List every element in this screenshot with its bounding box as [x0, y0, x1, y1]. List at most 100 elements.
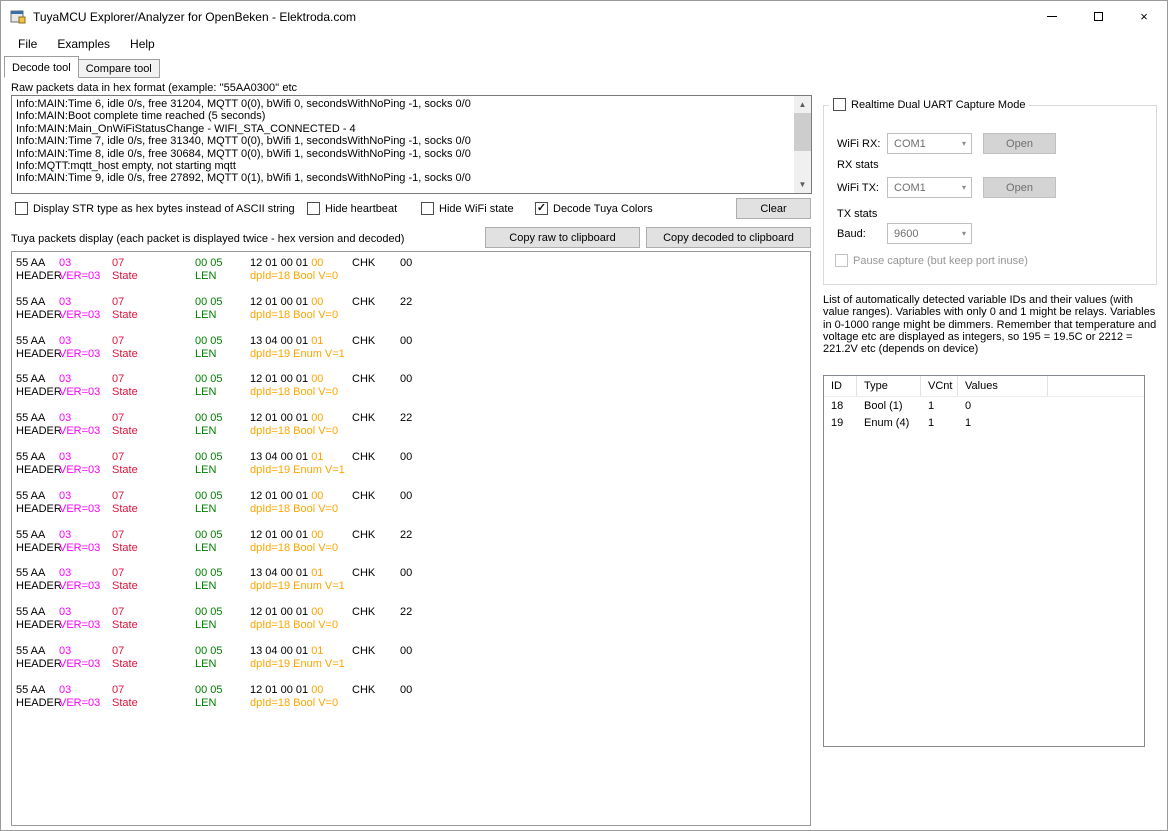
variables-table-cell: 0: [965, 399, 972, 412]
packets-panel[interactable]: 55 AA HEADER 03 VER=03 07 State 00 05 LE…: [11, 251, 811, 826]
packet-header-bytes: 55 AA HEADER: [16, 489, 62, 515]
app-window: TuyaMCU Explorer/Analyzer for OpenBeken …: [0, 0, 1168, 831]
clear-button[interactable]: Clear: [736, 198, 811, 219]
packet-checksum-label: CHK: [352, 450, 376, 463]
packet-checksum-value: 22: [400, 412, 413, 425]
packet-row: 55 AA HEADER 03 VER=03 07 State 00 05 LE…: [12, 684, 810, 723]
packet-version: 03 VER=03: [59, 295, 101, 321]
packet-row: 55 AA HEADER 03 VER=03 07 State 00 05 LE…: [12, 645, 810, 684]
variables-table-row[interactable]: 18 Bool (1) 1 0: [824, 397, 1144, 414]
checkbox-hide-heartbeat[interactable]: Hide heartbeat: [307, 202, 397, 215]
column-header-values[interactable]: Values: [958, 376, 1048, 396]
packet-row: 55 AA HEADER 03 VER=03 07 State 00 05 LE…: [12, 567, 810, 606]
tab-compare-tool[interactable]: Compare tool: [78, 59, 160, 78]
packet-command: 07 State: [112, 450, 138, 476]
combo-value: COM1: [894, 181, 926, 194]
checkbox-box: ✓: [535, 202, 548, 215]
log-line: Info:MQTT:mqtt_host empty, not starting …: [16, 160, 236, 173]
column-header-vcnt[interactable]: VCnt: [921, 376, 958, 396]
log-line: Info:MAIN:Time 9, idle 0/s, free 27892, …: [16, 172, 471, 185]
packet-payload: 13 04 00 01 01 dpId=19 Enum V=1: [250, 450, 345, 476]
packet-checksum-label: CHK: [352, 606, 376, 619]
packet-checksum-value: 22: [400, 606, 413, 619]
packet-command: 07 State: [112, 489, 138, 515]
packet-command: 07 State: [112, 644, 138, 670]
variables-table[interactable]: ID Type VCnt Values 18 Bool (1) 1 0 19 Enum (…: [823, 375, 1145, 747]
variables-table-cell: 19: [831, 416, 844, 429]
menu-item-examples[interactable]: Examples: [47, 34, 120, 54]
packet-checksum-value: 00: [400, 683, 413, 696]
log-scrollbar[interactable]: ▲ ▼: [794, 96, 811, 193]
packet-payload: 12 01 00 01 00 dpId=18 Bool V=0: [250, 489, 339, 515]
checkbox-display-str-hex[interactable]: Display STR type as hex bytes instead of…: [15, 202, 295, 215]
menu-item-help[interactable]: Help: [120, 34, 165, 54]
wifi-rx-port-select[interactable]: COM1 ▾: [887, 133, 972, 154]
packet-command: 07 State: [112, 412, 138, 438]
packet-checksum-value: 22: [400, 295, 413, 308]
column-header-type[interactable]: Type: [857, 376, 921, 396]
checkbox-hide-wifi-state[interactable]: Hide WiFi state: [421, 202, 514, 215]
packet-command: 07 State: [112, 373, 138, 399]
packet-command: 07 State: [112, 334, 138, 360]
packet-row: 55 AA HEADER 03 VER=03 07 State 00 05 LE…: [12, 451, 810, 490]
column-header-id[interactable]: ID: [824, 376, 857, 396]
log-textbox[interactable]: Info:MAIN:Time 6, idle 0/s, free 31204, …: [11, 95, 812, 194]
menu-item-file[interactable]: File: [8, 34, 47, 54]
baud-select[interactable]: 9600 ▾: [887, 223, 972, 244]
wifi-tx-open-button[interactable]: Open: [983, 177, 1056, 198]
close-button[interactable]: ×: [1121, 1, 1167, 32]
chevron-down-icon: ▾: [961, 229, 966, 238]
packet-row: 55 AA HEADER 03 VER=03 07 State 00 05 LE…: [12, 606, 810, 645]
packet-checksum-label: CHK: [352, 295, 376, 308]
wifi-tx-port-select[interactable]: COM1 ▾: [887, 177, 972, 198]
maximize-icon: [1093, 12, 1103, 21]
packet-header-bytes: 55 AA HEADER: [16, 528, 62, 554]
checkbox-label: Realtime Dual UART Capture Mode: [851, 98, 1026, 111]
variables-table-row[interactable]: 19 Enum (4) 1 1: [824, 414, 1144, 431]
checkbox-realtime-capture[interactable]: Realtime Dual UART Capture Mode: [829, 98, 1030, 111]
copy-decoded-button[interactable]: Copy decoded to clipboard: [646, 227, 811, 248]
variables-info-text: List of automatically detected variable …: [823, 294, 1157, 356]
packet-checksum-label: CHK: [352, 257, 376, 269]
copy-raw-button[interactable]: Copy raw to clipboard: [485, 227, 640, 248]
wifi-rx-label: WiFi RX:: [837, 138, 881, 150]
packet-version: 03 VER=03: [59, 567, 101, 593]
checkbox-pause-capture[interactable]: Pause capture (but keep port inuse): [835, 254, 1028, 267]
packet-length: 00 05 LEN: [195, 257, 223, 282]
checkbox-decode-tuya-colors[interactable]: ✓ Decode Tuya Colors: [535, 202, 653, 215]
packet-header-bytes: 55 AA HEADER: [16, 334, 62, 360]
minimize-button[interactable]: [1029, 1, 1075, 32]
packet-length: 00 05 LEN: [195, 683, 223, 709]
scroll-down-button[interactable]: ▼: [794, 176, 811, 193]
packet-row: 55 AA HEADER 03 VER=03 07 State 00 05 LE…: [12, 335, 810, 374]
variables-table-cell: 1: [965, 416, 972, 429]
packet-payload: 12 01 00 01 00 dpId=18 Bool V=0: [250, 528, 339, 554]
variables-table-cell: 1: [928, 399, 935, 412]
app-icon: [10, 9, 26, 25]
packet-checksum-label: CHK: [352, 489, 376, 502]
packet-payload: 12 01 00 01 00 dpId=18 Bool V=0: [250, 257, 339, 282]
packet-checksum-label: CHK: [352, 412, 376, 425]
maximize-button[interactable]: [1075, 1, 1121, 32]
scroll-down-icon: ▼: [798, 180, 807, 189]
wifi-rx-open-button[interactable]: Open: [983, 133, 1056, 154]
log-line: Info:MAIN:Main_OnWiFiStatusChange - WIFI…: [16, 122, 356, 135]
packet-command: 07 State: [112, 567, 138, 593]
packet-checksum-label: CHK: [352, 644, 376, 657]
scrollbar-thumb[interactable]: [794, 113, 811, 151]
packet-version: 03 VER=03: [59, 528, 101, 554]
checkbox-label: Decode Tuya Colors: [553, 202, 653, 215]
packet-command: 07 State: [112, 528, 138, 554]
packet-payload: 13 04 00 01 01 dpId=19 Enum V=1: [250, 567, 345, 593]
tab-decode-tool[interactable]: Decode tool: [4, 56, 79, 78]
scroll-up-button[interactable]: ▲: [794, 96, 811, 113]
packet-command: 07 State: [112, 295, 138, 321]
packet-version: 03 VER=03: [59, 412, 101, 438]
window-controls: ×: [1029, 1, 1167, 32]
packet-payload: 13 04 00 01 01 dpId=19 Enum V=1: [250, 644, 345, 670]
combo-value: 9600: [894, 227, 919, 240]
minimize-icon: [1047, 16, 1057, 17]
packet-checksum-value: 00: [400, 373, 413, 386]
variables-table-cell: 1: [928, 416, 935, 429]
checkbox-label: Hide WiFi state: [439, 202, 514, 215]
